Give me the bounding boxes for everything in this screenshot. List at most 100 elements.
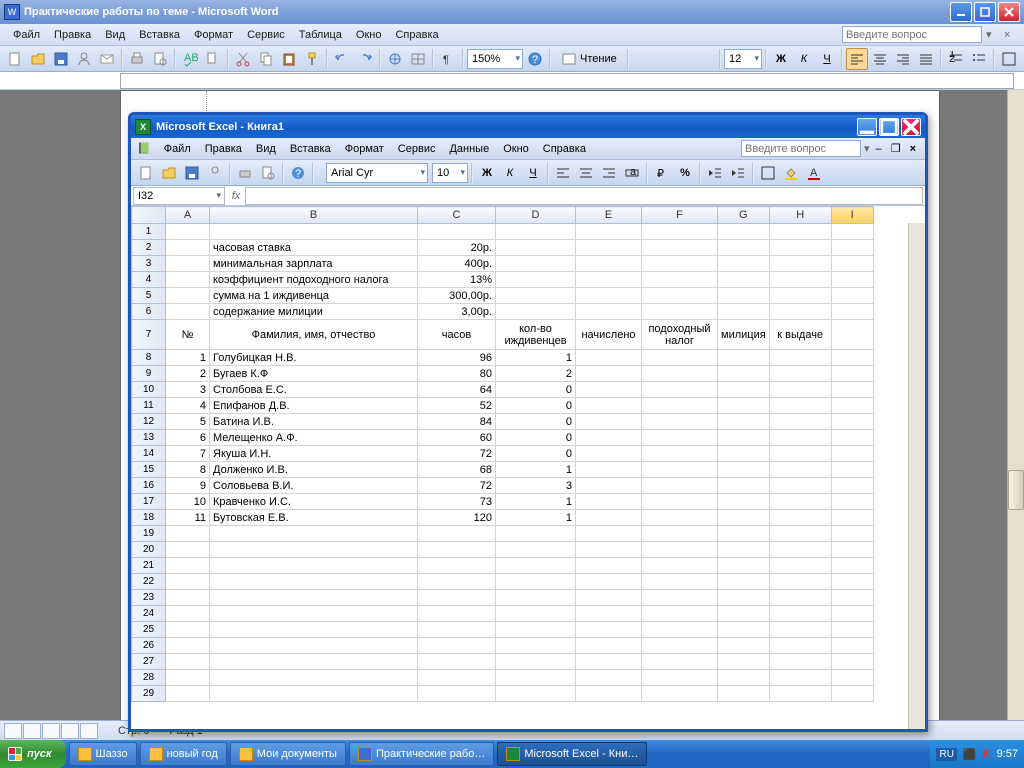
cell-D22[interactable] bbox=[496, 574, 576, 590]
cell-A28[interactable] bbox=[166, 670, 210, 686]
cell-C25[interactable] bbox=[418, 622, 496, 638]
row-header-4[interactable]: 4 bbox=[132, 272, 166, 288]
research-button[interactable] bbox=[202, 48, 224, 70]
name-box[interactable]: I32 bbox=[133, 187, 225, 205]
word-menu-view[interactable]: Вид bbox=[98, 27, 132, 43]
cell-B24[interactable] bbox=[210, 606, 418, 622]
cell-G20[interactable] bbox=[718, 542, 770, 558]
excel-print-button[interactable] bbox=[234, 162, 256, 184]
cell-I23[interactable] bbox=[831, 590, 873, 606]
format-painter-button[interactable] bbox=[301, 48, 323, 70]
cell-E4[interactable] bbox=[576, 272, 642, 288]
cell-F20[interactable] bbox=[642, 542, 718, 558]
kaspersky-icon[interactable]: K bbox=[983, 748, 991, 760]
cell-H15[interactable] bbox=[769, 462, 831, 478]
cell-G28[interactable] bbox=[718, 670, 770, 686]
cell-F19[interactable] bbox=[642, 526, 718, 542]
cell-C10[interactable]: 64 bbox=[418, 382, 496, 398]
print-button[interactable] bbox=[126, 48, 148, 70]
cell-B9[interactable]: Бугаев К.Ф bbox=[210, 366, 418, 382]
cell-B19[interactable] bbox=[210, 526, 418, 542]
cell-H21[interactable] bbox=[769, 558, 831, 574]
cell-C13[interactable]: 60 bbox=[418, 430, 496, 446]
row-header-8[interactable]: 8 bbox=[132, 350, 166, 366]
cell-G29[interactable] bbox=[718, 686, 770, 702]
undo-button[interactable] bbox=[331, 48, 353, 70]
normal-view-button[interactable] bbox=[4, 723, 22, 739]
word-help-input[interactable] bbox=[842, 26, 982, 43]
cell-D27[interactable] bbox=[496, 654, 576, 670]
cell-C20[interactable] bbox=[418, 542, 496, 558]
cell-F2[interactable] bbox=[642, 240, 718, 256]
cell-H25[interactable] bbox=[769, 622, 831, 638]
cell-G5[interactable] bbox=[718, 288, 770, 304]
excel-close-button[interactable] bbox=[901, 118, 921, 136]
excel-permissions-button[interactable] bbox=[204, 162, 226, 184]
cell-A6[interactable] bbox=[166, 304, 210, 320]
borders-button[interactable] bbox=[998, 48, 1020, 70]
cell-E28[interactable] bbox=[576, 670, 642, 686]
cell-I10[interactable] bbox=[831, 382, 873, 398]
tables-borders-button[interactable] bbox=[407, 48, 429, 70]
cell-C18[interactable]: 120 bbox=[418, 510, 496, 526]
cell-G1[interactable] bbox=[718, 224, 770, 240]
cell-H16[interactable] bbox=[769, 478, 831, 494]
excel-align-left-button[interactable] bbox=[552, 162, 574, 184]
column-header-E[interactable]: E bbox=[576, 207, 642, 224]
font-color-button[interactable]: A bbox=[803, 162, 825, 184]
cell-H13[interactable] bbox=[769, 430, 831, 446]
excel-minimize-button[interactable] bbox=[857, 118, 877, 136]
cell-H18[interactable] bbox=[769, 510, 831, 526]
cell-F8[interactable] bbox=[642, 350, 718, 366]
cell-B1[interactable] bbox=[210, 224, 418, 240]
cell-A25[interactable] bbox=[166, 622, 210, 638]
cell-B10[interactable]: Столбова Е.С. bbox=[210, 382, 418, 398]
cell-A13[interactable]: 6 bbox=[166, 430, 210, 446]
cell-E17[interactable] bbox=[576, 494, 642, 510]
help-icon[interactable]: ? bbox=[524, 48, 546, 70]
excel-help-dropdown[interactable]: ▾ bbox=[864, 142, 870, 155]
cell-C15[interactable]: 68 bbox=[418, 462, 496, 478]
cell-E18[interactable] bbox=[576, 510, 642, 526]
cell-F13[interactable] bbox=[642, 430, 718, 446]
cell-A14[interactable]: 7 bbox=[166, 446, 210, 462]
cell-E24[interactable] bbox=[576, 606, 642, 622]
cell-A2[interactable] bbox=[166, 240, 210, 256]
excel-menu-tools[interactable]: Сервис bbox=[391, 141, 443, 157]
cell-H1[interactable] bbox=[769, 224, 831, 240]
row-header-27[interactable]: 27 bbox=[132, 654, 166, 670]
cell-G13[interactable] bbox=[718, 430, 770, 446]
cell-C29[interactable] bbox=[418, 686, 496, 702]
cell-E2[interactable] bbox=[576, 240, 642, 256]
cell-F4[interactable] bbox=[642, 272, 718, 288]
bold-button[interactable]: Ж bbox=[770, 48, 792, 70]
cell-E14[interactable] bbox=[576, 446, 642, 462]
row-header-24[interactable]: 24 bbox=[132, 606, 166, 622]
cell-D17[interactable]: 1 bbox=[496, 494, 576, 510]
excel-wb-restore[interactable]: ❐ bbox=[888, 142, 904, 155]
cell-B29[interactable] bbox=[210, 686, 418, 702]
row-header-10[interactable]: 10 bbox=[132, 382, 166, 398]
row-header-1[interactable]: 1 bbox=[132, 224, 166, 240]
cell-G21[interactable] bbox=[718, 558, 770, 574]
row-header-17[interactable]: 17 bbox=[132, 494, 166, 510]
excel-menu-insert[interactable]: Вставка bbox=[283, 141, 338, 157]
cell-B21[interactable] bbox=[210, 558, 418, 574]
cell-C19[interactable] bbox=[418, 526, 496, 542]
cell-G17[interactable] bbox=[718, 494, 770, 510]
increase-indent-button[interactable] bbox=[727, 162, 749, 184]
excel-grid[interactable]: ABCDEFGHI 12часовая ставка20р.3минимальн… bbox=[131, 206, 925, 732]
numbered-list-button[interactable]: 12 bbox=[945, 48, 967, 70]
row-header-3[interactable]: 3 bbox=[132, 256, 166, 272]
cell-F23[interactable] bbox=[642, 590, 718, 606]
cell-B13[interactable]: Мелещенко А.Ф. bbox=[210, 430, 418, 446]
word-vscrollbar[interactable] bbox=[1007, 90, 1024, 722]
column-header-G[interactable]: G bbox=[718, 207, 770, 224]
word-ruler[interactable] bbox=[0, 72, 1024, 90]
cell-D24[interactable] bbox=[496, 606, 576, 622]
cell-C28[interactable] bbox=[418, 670, 496, 686]
cell-I5[interactable] bbox=[831, 288, 873, 304]
row-header-5[interactable]: 5 bbox=[132, 288, 166, 304]
excel-menu-help[interactable]: Справка bbox=[536, 141, 593, 157]
font-name-combo[interactable]: Arial Cyr bbox=[326, 163, 428, 183]
